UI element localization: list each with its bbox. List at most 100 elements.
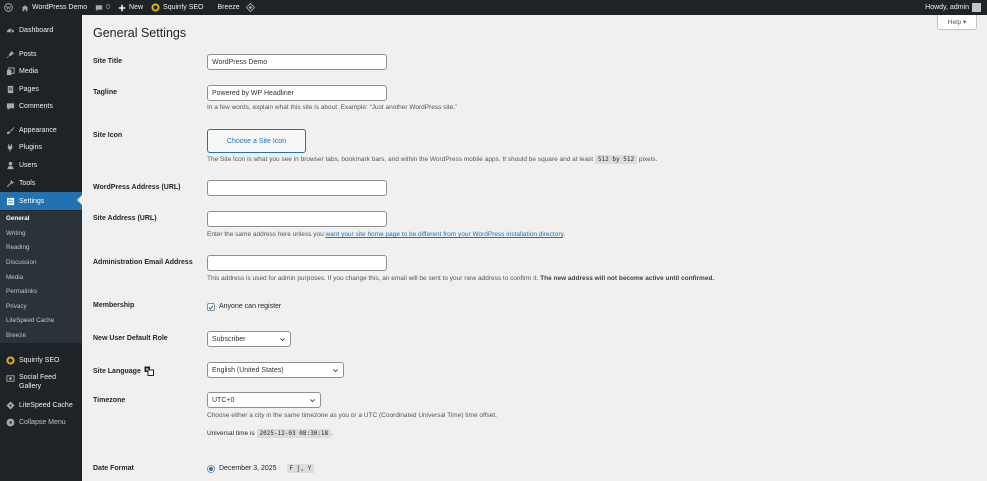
date-format-code: F j, Y [286,464,315,473]
anyone-can-register-checkbox[interactable] [207,303,215,311]
collapse-menu-button[interactable]: Collapse Menu [0,414,82,430]
pages-icon [5,84,15,94]
submenu-litespeed-cache[interactable]: LiteSpeed Cache [6,317,54,324]
plugin-icon [5,142,15,152]
date-format-radio-selected[interactable] [207,465,215,473]
admin-bar: W WordPress Demo 0 New Squirrly SEO Bree… [0,0,987,15]
submenu-discussion[interactable]: Discussion [6,259,36,266]
squirrly-label: Squirrly SEO [163,4,204,11]
sidebar-item-plugins[interactable]: Plugins [0,139,82,155]
sidebar-item-tools[interactable]: Tools [0,175,82,191]
howdy-label: Howdy, admin [925,4,969,11]
default-role-select[interactable]: Subscriber [207,331,291,347]
submenu-media[interactable]: Media [6,274,23,281]
timezone-description: Choose either a city in the same timezon… [207,412,497,419]
submenu-general[interactable]: General [6,215,29,222]
site-address-help-link[interactable]: want your site home page to be different… [326,231,564,238]
svg-text:W: W [6,5,12,11]
sidebar-item-squirrly-seo[interactable]: Squirrly SEO [0,352,82,368]
site-icon-label: Site Icon [93,132,123,139]
comments-icon [5,101,15,111]
wordpress-address-input[interactable] [207,180,387,196]
sidebar-item-settings[interactable]: Settings [0,192,82,210]
squirrly-icon [5,355,15,365]
admin-email-input[interactable] [207,255,387,271]
sidebar-item-social-feed-gallery[interactable]: Social Feed Gallery [0,371,82,393]
litespeed-icon [5,400,15,410]
comments-count: 0 [106,4,111,11]
avatar [972,3,981,12]
breeze-label: Breeze [217,4,240,11]
sidebar-item-dashboard[interactable]: Dashboard [0,22,82,38]
settings-icon [5,196,15,206]
comments-link[interactable]: 0 [91,0,114,15]
timezone-select[interactable]: UTC+0 [207,392,321,408]
submenu-permalinks[interactable]: Permalinks [6,288,37,295]
admin-email-label: Administration Email Address [93,259,193,266]
sidebar-item-media[interactable]: Media [0,63,82,79]
site-title-input[interactable]: WordPress Demo [207,54,387,70]
tagline-description: In a few words, explain what this site i… [207,104,458,111]
wordpress-logo-icon[interactable]: W [0,0,17,15]
translation-icon: A [144,366,154,376]
sidebar-item-users[interactable]: Users [0,157,82,173]
membership-label: Membership [93,302,135,309]
sidebar-item-litespeed-cache[interactable]: LiteSpeed Cache [0,397,82,413]
settings-submenu: General Writing Reading Discussion Media… [0,211,82,343]
site-icon-description: The Site Icon is what you see in browser… [207,155,658,164]
new-label: New [129,4,144,11]
chevron-down-icon [333,368,338,372]
plus-icon [118,4,126,11]
svg-text:A: A [146,367,149,372]
brush-icon [5,125,15,135]
site-language-select[interactable]: English (United States) [207,362,344,378]
universal-time-code: 2025-12-03 08:30:18 [256,429,332,438]
site-icon-size-code: 512 by 512 [594,155,638,164]
chevron-down-icon [280,337,285,341]
site-language-label: Site Language A [93,366,154,376]
squirrly-seo-link[interactable]: Squirrly SEO [147,0,207,15]
submenu-writing[interactable]: Writing [6,230,25,237]
squirrly-icon [151,3,160,12]
choose-site-icon-button[interactable]: Choose a Site Icon [207,129,306,153]
media-icon [5,66,15,76]
submenu-breeze[interactable]: Breeze [6,332,26,339]
account-menu[interactable]: Howdy, admin [921,0,987,15]
page-title: General Settings [93,26,187,40]
help-button[interactable]: Help ▾ [937,15,977,30]
wordpress-address-label: WordPress Address (URL) [93,184,181,191]
date-format-option[interactable]: December 3, 2025 F j, Y [219,464,315,473]
admin-email-description: This address is used for admin purposes.… [207,275,715,282]
users-icon [5,160,15,170]
site-address-description: Enter the same address here unless you w… [207,231,566,238]
comment-bubble-icon [95,4,103,11]
site-title-label: Site Title [93,58,123,65]
checkmark-icon [208,304,214,310]
wrench-icon [5,178,15,188]
dashboard-icon [5,25,15,35]
sidebar-item-pages[interactable]: Pages [0,81,82,97]
date-format-label: Date Format [93,465,134,472]
gallery-icon [5,373,15,383]
timezone-label: Timezone [93,397,126,404]
site-address-label: Site Address (URL) [93,215,157,222]
submenu-privacy[interactable]: Privacy [6,303,27,310]
universal-time: Universal time is 2025-12-03 08:30:18. [207,429,333,438]
sidebar-item-appearance[interactable]: Appearance [0,122,82,138]
chevron-down-icon [310,398,315,402]
tagline-input[interactable]: Powered by WP Headliner [207,85,387,101]
breeze-link[interactable]: Breeze [208,0,259,15]
new-content-link[interactable]: New [114,0,147,15]
default-role-label: New User Default Role [93,335,168,342]
anyone-can-register-label[interactable]: Anyone can register [219,303,281,310]
site-name-link[interactable]: WordPress Demo [17,0,91,15]
submenu-reading[interactable]: Reading [6,244,29,251]
sidebar-item-posts[interactable]: Posts [0,46,82,62]
site-address-input[interactable] [207,211,387,227]
admin-sidebar: Dashboard Posts Media Pages Comments App… [0,15,82,481]
home-icon [21,4,29,11]
pin-icon [5,49,15,59]
sidebar-item-comments[interactable]: Comments [0,98,82,114]
collapse-icon [5,417,15,427]
breeze-icon [245,3,255,12]
